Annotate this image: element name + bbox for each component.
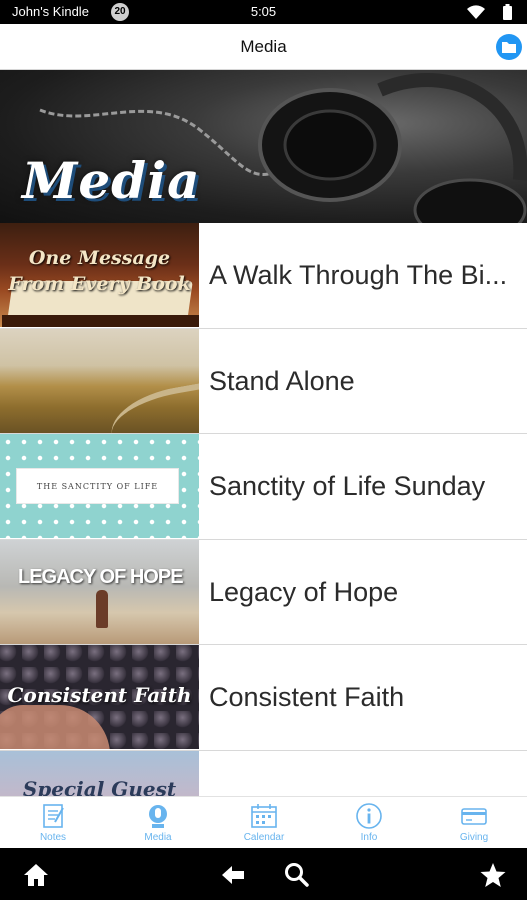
microphone-icon	[149, 805, 167, 828]
home-icon[interactable]	[22, 861, 50, 889]
credit-card-icon	[461, 808, 487, 825]
tab-info[interactable]: Info	[316, 797, 422, 849]
hand-image	[0, 705, 110, 749]
media-item-walk-through-bible[interactable]: One Message From Every Book A Walk Throu…	[0, 223, 527, 329]
battery-icon	[503, 4, 512, 20]
person-figure-image	[96, 589, 108, 628]
bible-base	[2, 315, 199, 327]
wifi-icon	[467, 5, 485, 19]
tab-label: Info	[360, 832, 378, 843]
field-road-image	[105, 378, 199, 433]
media-item-label: Sanctity of Life Sunday	[209, 471, 486, 501]
thumbnail-caption: Special Guest	[22, 776, 177, 797]
tab-calendar[interactable]: Calendar	[211, 797, 317, 849]
media-thumbnail: One Message From Every Book	[0, 223, 199, 327]
info-icon	[356, 803, 382, 829]
tab-giving[interactable]: Giving	[421, 797, 527, 849]
media-list[interactable]: One Message From Every Book A Walk Throu…	[0, 223, 527, 796]
folder-icon	[502, 42, 516, 53]
media-item-label	[209, 751, 519, 797]
media-item-special-guest[interactable]: Special Guest	[0, 750, 527, 797]
tab-label: Giving	[459, 832, 489, 843]
status-bar: John's Kindle 20 5:05	[0, 0, 527, 24]
calendar-icon	[251, 804, 277, 828]
media-thumbnail: Special Guest	[0, 750, 199, 797]
tab-media[interactable]: Media	[105, 797, 211, 849]
thumbnail-card: THE SANCTITY OF LIFE	[16, 468, 179, 504]
search-icon[interactable]	[283, 861, 311, 889]
tab-label: Notes	[39, 832, 67, 843]
thumbnail-caption: Consistent Faith	[7, 683, 192, 707]
media-item-label: Stand Alone	[209, 365, 355, 396]
media-item-legacy-of-hope[interactable]: LEGACY OF HOPE Legacy of Hope	[0, 539, 527, 645]
media-item-label: Legacy of Hope	[209, 576, 399, 607]
back-arrow-icon[interactable]	[219, 861, 247, 889]
tab-label: Calendar	[243, 832, 285, 843]
media-item-label: Consistent Faith	[209, 682, 405, 712]
media-thumbnail: Consistent Faith	[0, 645, 199, 749]
media-thumbnail: THE SANCTITY OF LIFE	[0, 434, 199, 538]
thumbnail-caption: THE SANCTITY OF LIFE	[36, 482, 159, 491]
hero-banner: Media	[0, 70, 527, 223]
notes-icon	[43, 804, 64, 828]
media-thumbnail	[0, 328, 199, 433]
media-thumbnail: LEGACY OF HOPE	[0, 539, 199, 644]
tab-notes[interactable]: Notes	[0, 797, 106, 849]
star-icon[interactable]	[479, 861, 507, 889]
media-item-sanctity-of-life[interactable]: THE SANCTITY OF LIFE Sanctity of Life Su…	[0, 434, 527, 540]
folder-button[interactable]	[496, 34, 522, 60]
thumbnail-caption: One Message From Every Book	[8, 247, 191, 295]
tab-label: Media	[144, 832, 172, 843]
clock: 5:05	[250, 4, 277, 19]
media-item-label: A Walk Through The Bi...	[209, 260, 508, 290]
system-nav-bar	[0, 848, 527, 900]
hero-title: Media	[22, 151, 201, 210]
app-header: Media	[0, 24, 527, 70]
page-title: Media	[240, 37, 287, 56]
media-item-stand-alone[interactable]: Stand Alone	[0, 328, 527, 434]
bottom-tab-bar: Notes Media Calendar Info Giving	[0, 796, 527, 848]
media-item-consistent-faith[interactable]: Consistent Faith Consistent Faith	[0, 645, 527, 751]
thumbnail-caption: LEGACY OF HOPE	[18, 565, 184, 588]
